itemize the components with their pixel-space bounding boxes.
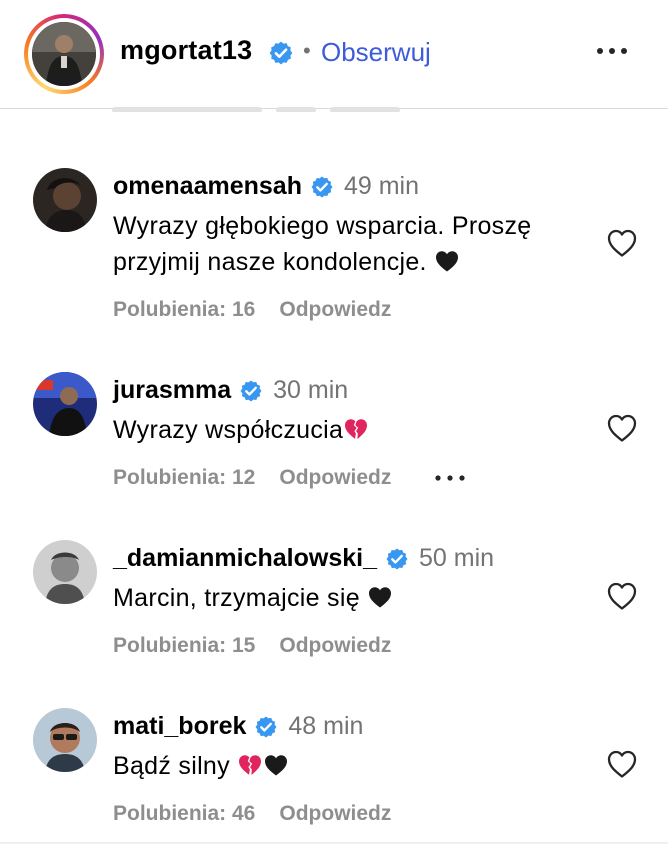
comment-username[interactable]: omenaamensah — [113, 172, 302, 201]
comment-text: Bądź silny — [113, 748, 593, 784]
avatar-photo-icon — [32, 22, 96, 86]
comment-likes-count[interactable]: Polubienia: 16 — [113, 298, 255, 322]
like-heart-icon[interactable] — [606, 749, 638, 779]
black-heart-emoji-icon — [263, 752, 289, 778]
reply-button[interactable]: Odpowiedz — [279, 634, 391, 658]
avatar-photo-icon — [33, 540, 97, 604]
like-heart-icon[interactable] — [606, 581, 638, 611]
comment-text: Wyrazy współczucia — [113, 412, 593, 448]
like-heart-icon[interactable] — [606, 413, 638, 443]
scrolled-text-fragment — [112, 100, 432, 112]
comment-likes-count[interactable]: Polubienia: 46 — [113, 802, 255, 826]
comment-likes-count[interactable]: Polubienia: 15 — [113, 634, 255, 658]
comment-text: Marcin, trzymajcie się — [113, 580, 593, 616]
post-header: mgortat13 • Obserwuj — [0, 0, 668, 112]
comment-likes-count[interactable]: Polubienia: 12 — [113, 466, 255, 490]
verified-badge-icon — [254, 715, 278, 739]
comment-time[interactable]: 49 min — [344, 172, 419, 201]
verified-badge-icon — [268, 40, 294, 66]
black-heart-emoji-icon — [434, 248, 460, 274]
comment-text: Wyrazy głębokiego wsparcia. Proszę przyj… — [113, 212, 532, 276]
post-author-username[interactable]: mgortat13 — [120, 35, 252, 66]
avatar[interactable] — [33, 372, 97, 436]
avatar[interactable] — [33, 540, 97, 604]
more-horizontal-icon[interactable] — [592, 36, 632, 66]
reply-button[interactable]: Odpowiedz — [279, 802, 391, 826]
avatar-photo-icon — [33, 372, 97, 436]
broken-heart-emoji-icon — [343, 416, 369, 442]
comment-time[interactable]: 30 min — [273, 376, 348, 405]
comment-username[interactable]: jurasmma — [113, 376, 231, 405]
comment-username[interactable]: mati_borek — [113, 712, 246, 741]
comment-time[interactable]: 48 min — [288, 712, 363, 741]
reply-button[interactable]: Odpowiedz — [279, 298, 391, 322]
avatar[interactable] — [33, 168, 97, 232]
verified-badge-icon — [385, 547, 409, 571]
avatar[interactable] — [32, 22, 96, 86]
follow-button[interactable]: Obserwuj — [321, 37, 431, 68]
reply-button[interactable]: Odpowiedz — [279, 466, 391, 490]
comment-more-options-icon[interactable] — [433, 468, 467, 488]
black-heart-emoji-icon — [367, 584, 393, 610]
story-ring[interactable] — [24, 14, 104, 94]
like-heart-icon[interactable] — [606, 228, 638, 258]
broken-heart-emoji-icon — [237, 752, 263, 778]
verified-badge-icon — [239, 379, 263, 403]
avatar-photo-icon — [33, 708, 97, 772]
separator-dot: • — [303, 38, 311, 63]
comment-time[interactable]: 50 min — [419, 544, 494, 573]
avatar-photo-icon — [33, 168, 97, 232]
comment-username[interactable]: _damianmichalowski_ — [113, 544, 377, 573]
avatar[interactable] — [33, 708, 97, 772]
verified-badge-icon — [310, 175, 334, 199]
